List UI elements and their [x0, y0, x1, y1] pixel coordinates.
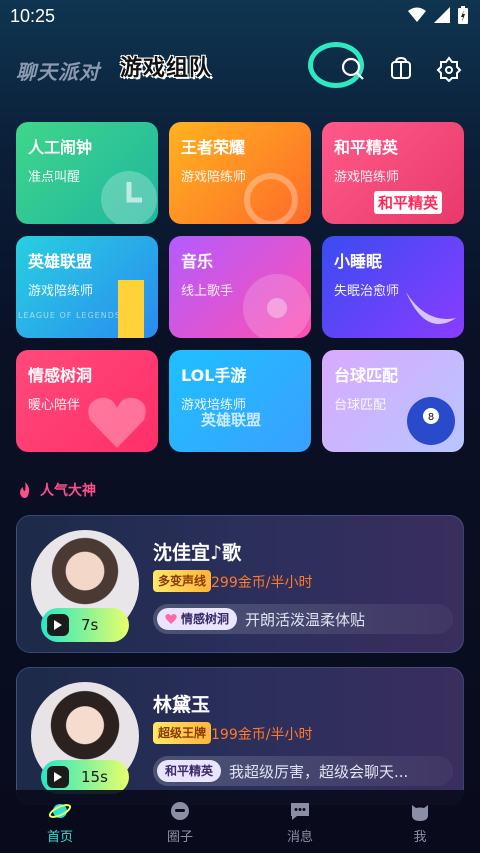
card-peace-elite[interactable]: 和平精英 游戏陪练师 和平精英	[322, 122, 464, 224]
card-subtitle: 线上歌手	[181, 284, 234, 299]
play-icon	[47, 766, 69, 788]
section-title-label: 人气大神	[40, 483, 96, 499]
voice-duration: 7s	[81, 616, 99, 634]
host-card[interactable]: 15s 林黛玉 超级王牌 199金币/半小时 和平精英 我超级厉害，超级会聊天.…	[16, 667, 464, 805]
voice-intro-button[interactable]: 7s	[41, 608, 129, 642]
card-title: 王者荣耀	[181, 138, 246, 157]
card-alarm[interactable]: 人工闹钟 准点叫醒	[16, 122, 158, 224]
skill-tag-label: 情感树洞	[181, 612, 230, 626]
card-lol-mobile[interactable]: LOL手游 游戏培练师 英雄联盟	[169, 350, 311, 452]
top-header: 聊天派对 游戏组队	[0, 40, 480, 100]
battery-icon	[458, 6, 468, 24]
card-title: 情感树洞	[28, 366, 93, 385]
nav-circle[interactable]: 圈子	[120, 790, 240, 853]
card-title: 音乐	[181, 252, 214, 271]
skill-tag: 和平精英	[157, 760, 222, 782]
host-intro-bubble: 和平精英 我超级厉害，超级会聊天...	[153, 756, 453, 786]
nav-me-label: 我	[413, 829, 427, 845]
voice-duration: 15s	[81, 768, 108, 786]
tab-chat-party[interactable]: 聊天派对	[16, 56, 100, 85]
card-title: 人工闹钟	[28, 138, 93, 157]
card-subtitle: 台球匹配	[334, 398, 387, 413]
card-title: 小睡眠	[334, 252, 383, 271]
backpack-icon[interactable]	[388, 56, 414, 82]
card-title: 英雄联盟	[28, 252, 93, 271]
host-price: 199金币/半小时	[211, 727, 313, 743]
card-league-of-legends[interactable]: 英雄联盟 游戏陪练师 LEAGUE OF LEGENDS	[16, 236, 158, 338]
card-subtitle: 游戏陪练师	[181, 170, 247, 185]
card-subtitle: 准点叫醒	[28, 170, 81, 185]
host-intro-text: 开朗活泼温柔体贴	[245, 610, 366, 629]
host-intro-text: 我超级厉害，超级会聊天...	[229, 762, 409, 781]
host-name: 林黛玉	[153, 694, 211, 716]
peace-elite-logo: 和平精英	[373, 191, 442, 214]
nav-me[interactable]: 我	[360, 790, 480, 853]
card-subtitle: 失眠治愈师	[334, 284, 400, 299]
card-music[interactable]: 音乐 线上歌手	[169, 236, 311, 338]
tab-game-team[interactable]: 游戏组队	[118, 40, 364, 100]
signal-icon	[434, 7, 450, 23]
card-subtitle: 游戏陪练师	[334, 170, 400, 185]
card-subtitle: 暖心陪伴	[28, 398, 81, 413]
skill-tag: 情感树洞	[157, 608, 238, 630]
nav-home[interactable]: 首页	[0, 790, 120, 853]
system-icons	[408, 6, 468, 24]
flame-icon	[20, 482, 30, 498]
status-bar: 10:25	[0, 0, 480, 34]
tab-game-label: 游戏组队	[120, 56, 213, 81]
profile-cat-icon	[412, 804, 428, 821]
host-tag: 超级王牌	[153, 722, 212, 744]
status-time: 10:25	[10, 6, 56, 26]
lol-logo: LEAGUE OF LEGENDS	[18, 311, 121, 320]
chat-bubble-icon	[291, 802, 309, 820]
card-title: 和平精英	[334, 138, 399, 157]
play-icon	[47, 614, 69, 636]
nav-messages-label: 消息	[286, 829, 313, 845]
host-tag: 多变声线	[153, 570, 212, 592]
skill-tag-label: 和平精英	[165, 764, 214, 778]
search-icon[interactable]	[340, 56, 366, 82]
heart-icon	[165, 614, 177, 624]
category-grid: 人工闹钟 准点叫醒 王者荣耀 游戏陪练师 和平精英 游戏陪练师 和平精英 英雄联…	[16, 122, 464, 452]
card-subtitle: 游戏培练师	[181, 398, 247, 413]
vinyl-record-icon	[243, 274, 311, 338]
card-emotion-treehole[interactable]: 情感树洞 暖心陪伴	[16, 350, 158, 452]
nav-circle-label: 圈子	[166, 829, 193, 845]
host-price: 299金币/半小时	[211, 575, 313, 591]
nav-home-label: 首页	[46, 829, 73, 845]
circle-group-icon	[171, 801, 189, 820]
section-popular: 人气大神	[16, 480, 96, 500]
card-billiards-match[interactable]: 台球匹配 台球匹配 8	[322, 350, 464, 452]
host-intro-bubble: 情感树洞 开朗活泼温柔体贴	[153, 604, 453, 634]
wifi-icon	[408, 7, 426, 22]
card-subtitle: 游戏陪练师	[28, 284, 94, 299]
host-name: 沈佳宜♪歌	[153, 542, 242, 564]
planet-icon	[48, 803, 72, 818]
voice-intro-button[interactable]: 15s	[41, 760, 129, 794]
bottom-nav: 首页 圈子 消息 我	[0, 790, 480, 853]
host-card[interactable]: 7s 沈佳宜♪歌 多变声线 299金币/半小时 情感树洞 开朗活泼温柔体贴	[16, 515, 464, 653]
nav-messages[interactable]: 消息	[240, 790, 360, 853]
settings-icon[interactable]	[436, 56, 462, 82]
card-honor-of-kings[interactable]: 王者荣耀 游戏陪练师	[169, 122, 311, 224]
card-sleep[interactable]: 小睡眠 失眠治愈师	[322, 236, 464, 338]
card-title: 台球匹配	[334, 366, 399, 385]
card-title: LOL手游	[181, 366, 247, 385]
svg-text:8: 8	[428, 412, 434, 423]
